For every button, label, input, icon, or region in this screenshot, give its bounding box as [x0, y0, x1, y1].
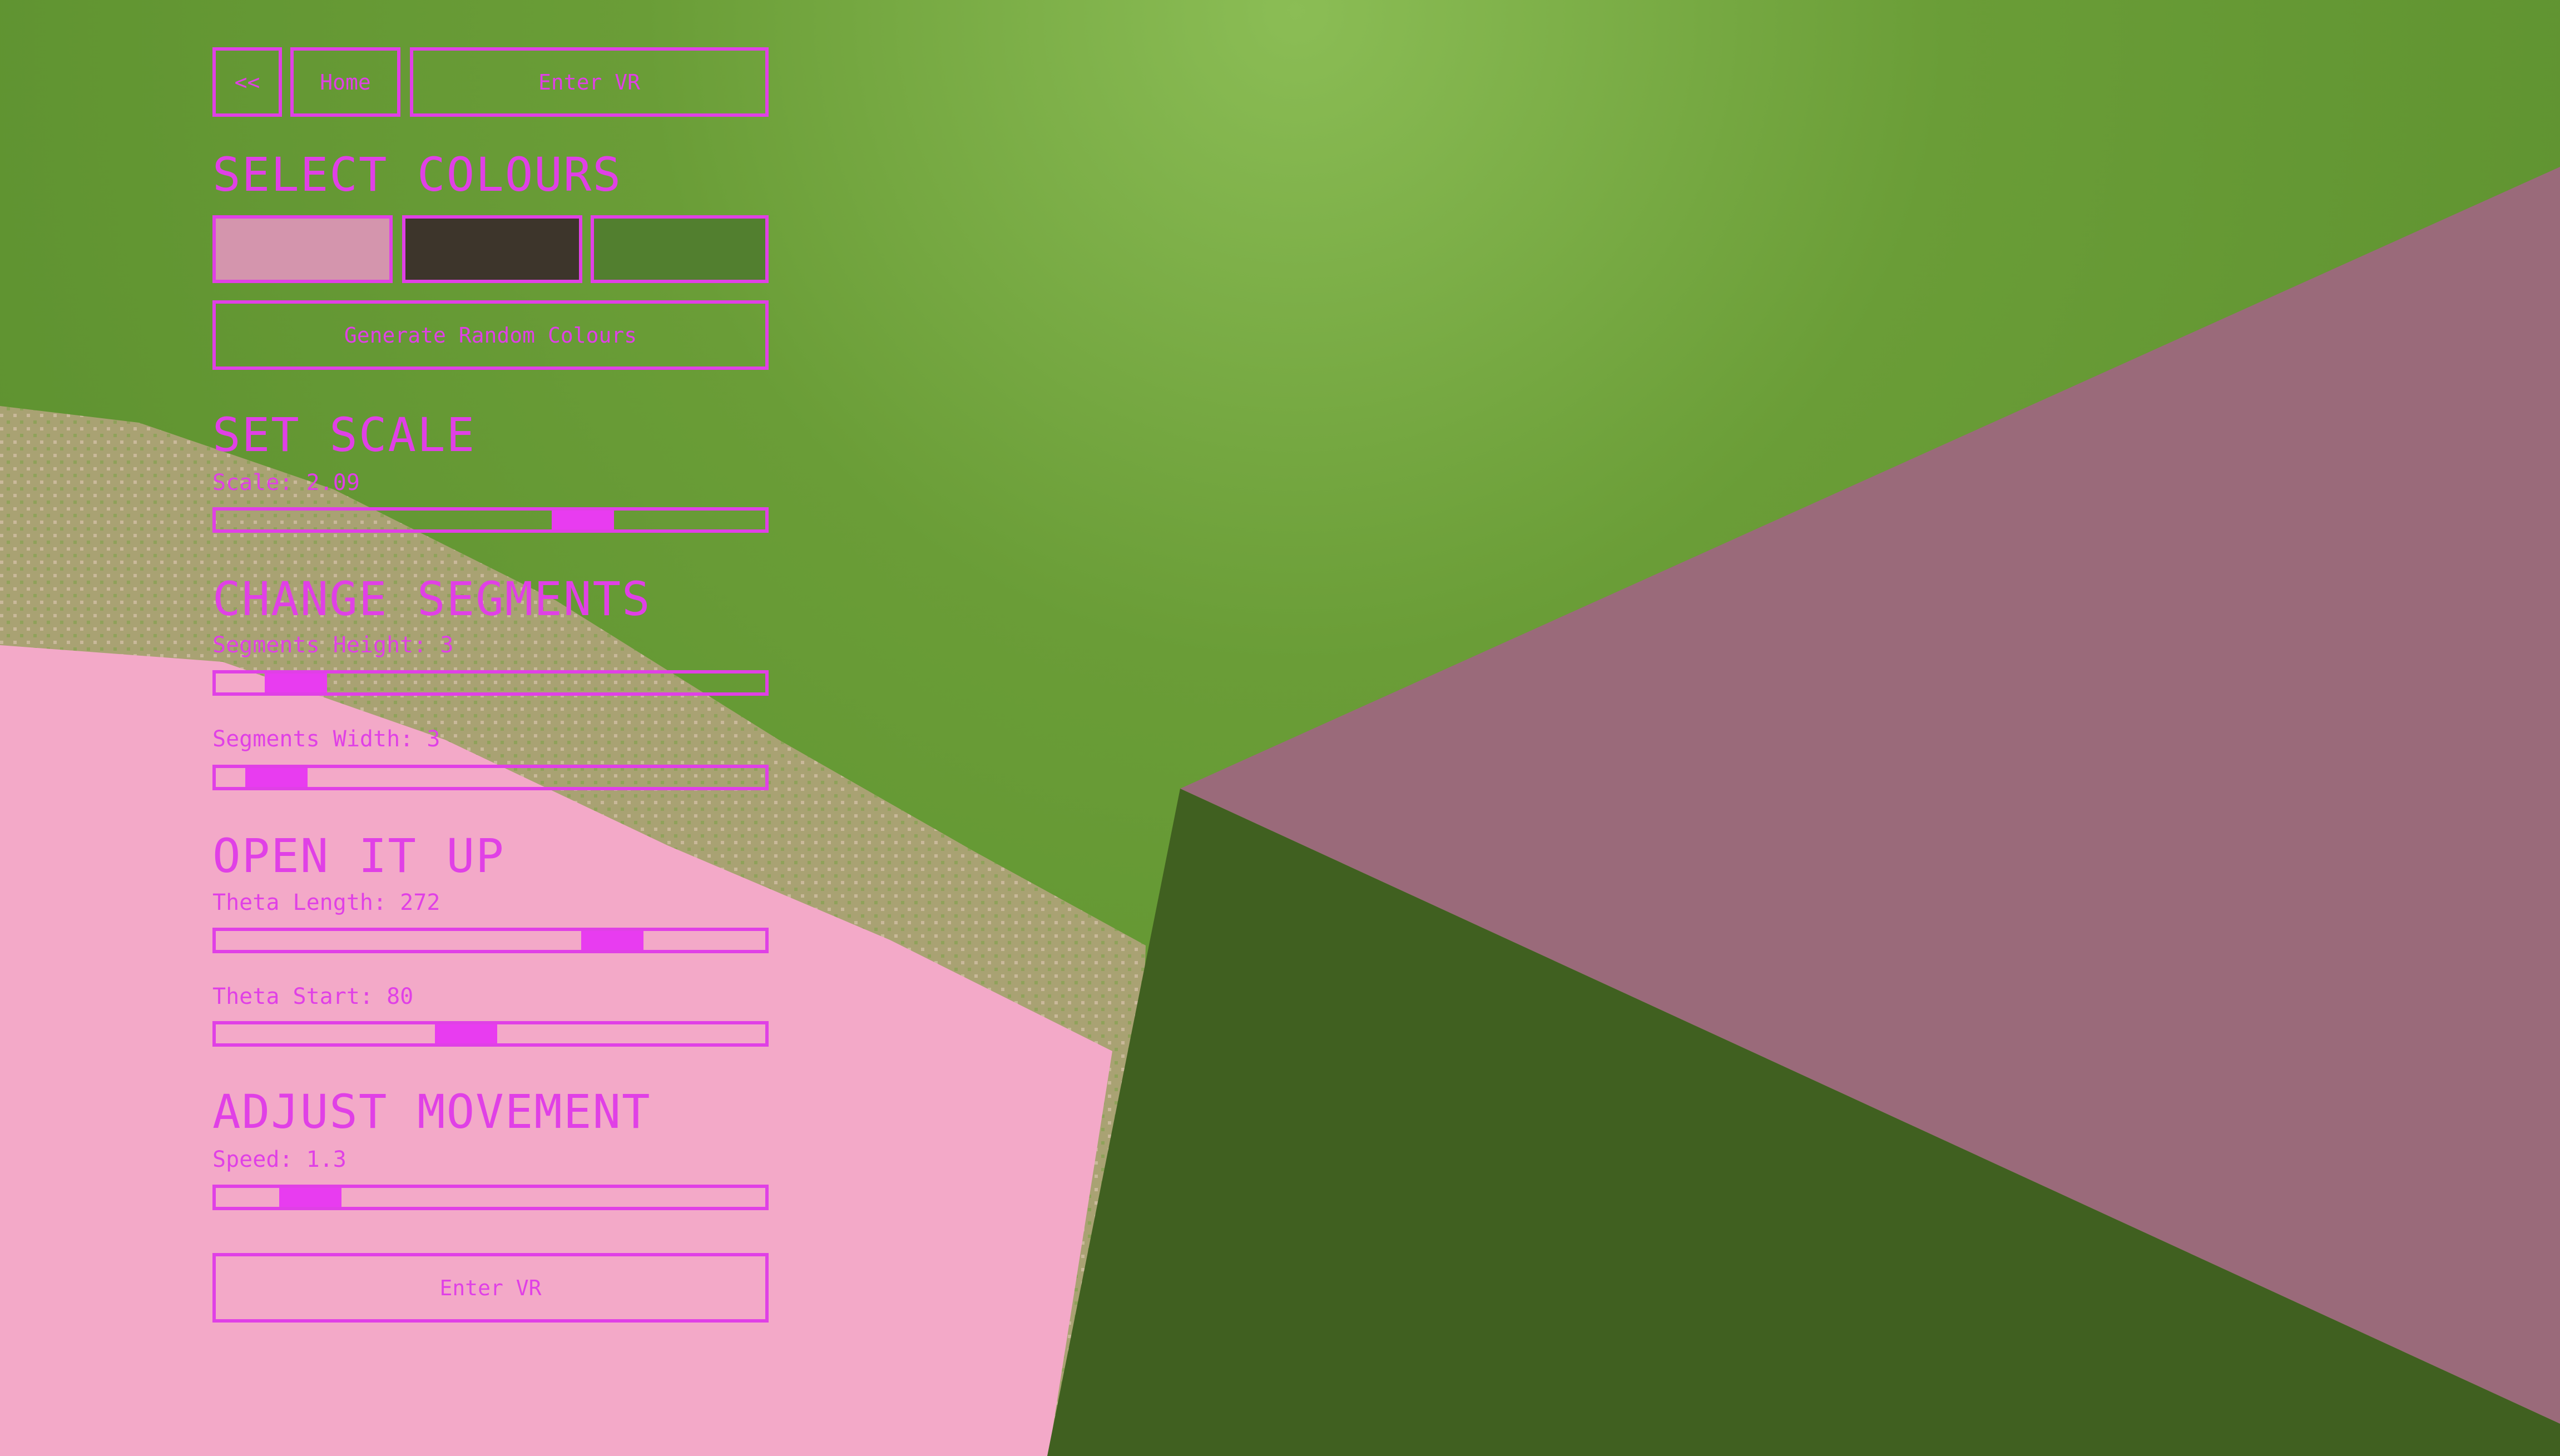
set-scale-heading: SET SCALE [212, 408, 476, 462]
theta-length-label: Theta Length: 272 [212, 890, 440, 915]
scale-label: Scale: 2.09 [212, 470, 360, 496]
generate-random-colours-button[interactable]: Generate Random Colours [212, 300, 769, 370]
select-colours-heading: SELECT COLOURS [212, 147, 622, 202]
adjust-movement-heading: ADJUST MOVEMENT [212, 1084, 651, 1139]
theta-length-slider-thumb[interactable] [581, 931, 643, 950]
theta-length-slider[interactable] [212, 928, 769, 953]
enter-vr-top-button[interactable]: Enter VR [410, 47, 769, 117]
colour-swatch-2[interactable] [402, 215, 582, 283]
theta-start-slider-thumb[interactable] [435, 1024, 498, 1043]
change-segments-heading: CHANGE SEGMENTS [212, 572, 651, 626]
segments-height-slider[interactable] [212, 670, 769, 696]
segments-width-label: Segments Width: 3 [212, 726, 440, 752]
open-it-up-heading: OPEN IT UP [212, 829, 505, 883]
theta-start-slider[interactable] [212, 1021, 769, 1047]
speed-slider-thumb[interactable] [279, 1188, 341, 1207]
colour-swatch-1[interactable] [212, 215, 393, 283]
segments-height-label: Segments Height: 3 [212, 632, 454, 658]
home-button[interactable]: Home [290, 47, 400, 117]
theta-start-label: Theta Start: 80 [212, 984, 414, 1009]
back-button[interactable]: << [212, 47, 282, 117]
segments-height-slider-thumb[interactable] [264, 673, 327, 692]
speed-slider[interactable] [212, 1185, 769, 1210]
segments-width-slider-thumb[interactable] [245, 768, 308, 787]
scale-slider-thumb[interactable] [552, 511, 615, 529]
segments-width-slider[interactable] [212, 765, 769, 790]
scale-slider[interactable] [212, 507, 769, 533]
enter-vr-bottom-button[interactable]: Enter VR [212, 1253, 769, 1323]
speed-label: Speed: 1.3 [212, 1147, 346, 1172]
colour-swatch-3[interactable] [591, 215, 769, 283]
